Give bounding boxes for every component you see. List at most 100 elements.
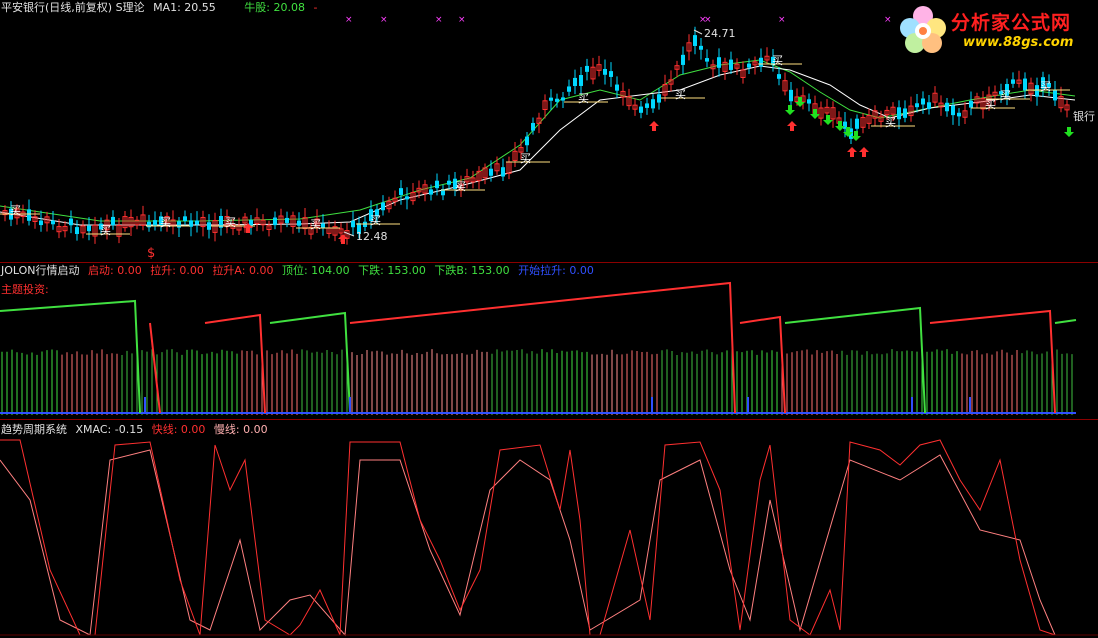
ma-white-line (0, 65, 1076, 226)
price-pane[interactable]: 买买买买买买买买买买买买买买买 × × × × × × × × 平安银行(日线,前复权) S理论… (0, 0, 1098, 262)
buy-mark: 买 (10, 204, 21, 217)
candle-down (639, 106, 643, 113)
candle-down (153, 220, 157, 226)
candle-down (897, 107, 901, 120)
candle-down (75, 227, 79, 235)
up-arrow-icon (787, 121, 797, 131)
stock-title: 平安银行(日线,前复权) S理论 (1, 1, 145, 14)
candle-down (321, 223, 325, 229)
candle-down (657, 94, 661, 103)
jolon-chart[interactable] (0, 263, 1098, 418)
candle-down (903, 108, 907, 118)
candle-down (195, 220, 199, 225)
candle-down (147, 221, 151, 228)
min-price-label: 12.48 (356, 230, 388, 243)
indicator-xiadie: 下跌: 153.00 (358, 264, 426, 277)
candle-down (945, 102, 949, 112)
magenta-cross-mark: × (345, 15, 353, 25)
buy-mark: 买 (225, 216, 236, 229)
candle-down (27, 209, 31, 221)
candle-down (489, 168, 493, 176)
s-marker: $ (147, 246, 156, 261)
buy-mark: 买 (310, 218, 321, 231)
candle-down (969, 100, 973, 108)
site-logo: 分析家公式网 www.88gs.com (893, 2, 1098, 58)
candle-down (177, 221, 181, 228)
indicator-xiadie-b: 下跌B: 153.00 (434, 264, 510, 277)
candle-down (759, 57, 763, 67)
buy-mark: 买 (455, 180, 466, 193)
jolon-green-ramp-4 (1054, 319, 1077, 324)
buy-mark: 买 (100, 224, 111, 237)
candle-down (183, 216, 187, 222)
candle-down (777, 74, 781, 79)
candle-down (1023, 78, 1027, 91)
buy-mark: 买 (675, 88, 686, 101)
slow-line-value: 慢线: 0.00 (213, 423, 268, 436)
candle-down (351, 220, 355, 228)
candle-down (693, 35, 697, 46)
candle-down (951, 105, 955, 116)
trend-header: 趋势周期系统 XMAC: -0.15 快线: 0.00 慢线: 0.00 (1, 423, 273, 436)
candle-down (381, 202, 385, 211)
candle-down (729, 59, 733, 70)
candle-down (549, 97, 553, 101)
stock-tag-label: 银行 (1073, 110, 1095, 123)
magenta-cross-mark: × (884, 15, 892, 25)
jolon-pane[interactable]: JOLON行情启动 启动: 0.00 拉升: 0.00 拉升A: 0.00 顶位… (0, 263, 1098, 418)
buy-mark: 买 (578, 92, 589, 105)
price-pane-header: 平安银行(日线,前复权) S理论 MA1: 20.55 牛股: 20.08 - (1, 1, 322, 14)
candle-down (87, 225, 91, 232)
candle-down (405, 196, 409, 200)
indicator-lasheng: 拉升: 0.00 (150, 264, 204, 277)
candle-down (573, 77, 577, 86)
candle-down (915, 103, 919, 108)
candle-down (609, 71, 613, 77)
logo-title: 分析家公式网 (951, 12, 1072, 34)
trend-name: 趋势周期系统 (1, 423, 67, 436)
candle-down (51, 220, 55, 225)
buy-mark: 买 (885, 116, 896, 129)
ma1-value: MA1: 20.55 (153, 1, 216, 14)
jolon-green-ramp-1 (0, 299, 141, 414)
candle-down (681, 54, 685, 65)
magenta-cross-mark: × (435, 15, 443, 25)
candle-down (927, 102, 931, 110)
candle-down (651, 99, 655, 109)
buy-mark: 买 (1000, 89, 1011, 102)
candle-down (297, 220, 301, 226)
ma-green-line (0, 59, 1076, 222)
jolon-subtitle: 主题投资: (1, 283, 49, 296)
candle-down (531, 122, 535, 131)
xmac-value: XMAC: -0.15 (75, 423, 144, 436)
candle-down (579, 75, 583, 86)
bull-value: 牛股: 20.08 (244, 1, 305, 14)
trend-pane[interactable]: 趋势周期系统 XMAC: -0.15 快线: 0.00 慢线: 0.00 (0, 420, 1098, 638)
buy-mark: 买 (1040, 80, 1051, 93)
candle-down (585, 65, 589, 72)
buy-mark: 买 (772, 54, 783, 67)
magenta-cross-mark: × (458, 15, 466, 25)
trend-chart[interactable] (0, 420, 1098, 638)
candle-down (429, 189, 433, 195)
candle-down (525, 136, 529, 146)
down-arrow-icon (1064, 127, 1074, 137)
flower-icon (900, 6, 946, 53)
candle-down (1053, 89, 1057, 101)
down-arrow-icon (785, 105, 795, 115)
candle-down (435, 180, 439, 189)
candle-down (747, 63, 751, 68)
candle-down (1011, 79, 1015, 84)
candle-down (855, 118, 859, 129)
candle-down (789, 89, 793, 102)
jolon-green-ramp-3 (784, 306, 926, 414)
candle-down (1035, 85, 1039, 97)
jolon-red-ramp-2 (204, 313, 266, 414)
candle-down (501, 167, 505, 177)
candle-down (567, 86, 571, 92)
candle-down (705, 58, 709, 62)
candle-down (399, 188, 403, 196)
max-price-label: 24.71 (704, 27, 736, 40)
up-arrow-icon (859, 147, 869, 157)
jolon-name: JOLON行情启动 (1, 264, 80, 277)
